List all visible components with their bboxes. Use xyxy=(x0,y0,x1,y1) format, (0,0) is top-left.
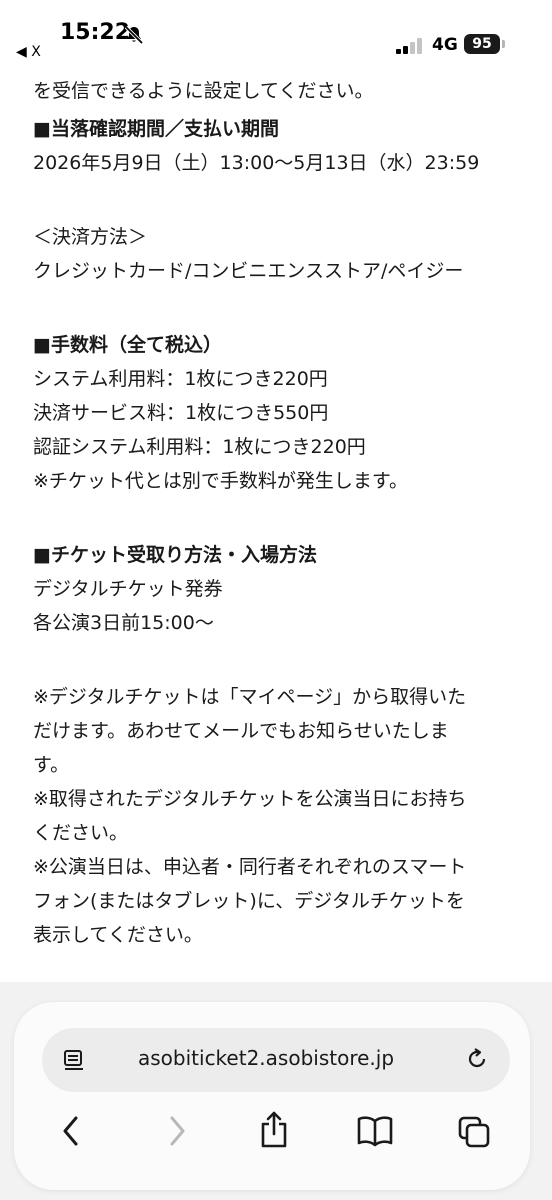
note1-line1: ※デジタルチケットは「マイページ」から取得いた xyxy=(33,686,467,708)
battery-level: 95 xyxy=(464,34,500,54)
url-text[interactable]: asobiticket2.asobistore.jp xyxy=(138,1046,394,1070)
fee-auth: 認証システム利用料：1枚につき220円 xyxy=(33,436,366,458)
note1-line2: だけます。あわせてメールでもお知らせいたしま xyxy=(33,720,449,742)
heading-fees: ■手数料（全て税込） xyxy=(33,334,222,356)
note3-line2: フォン(またはタブレット)に、デジタルチケットを xyxy=(33,890,465,912)
heading-period: ■当落確認期間／支払い期間 xyxy=(33,118,279,140)
battery-tip xyxy=(502,40,505,48)
payment-label: ＜決済方法＞ xyxy=(33,226,148,248)
note2-line2: ください。 xyxy=(33,822,129,844)
page-content: を受信できるように設定してください。 ■当落確認期間／支払い期間 2026年5月… xyxy=(33,60,523,952)
note1-line3: す。 xyxy=(33,754,70,776)
note2-line1: ※取得されたデジタルチケットを公演当日にお持ち xyxy=(33,788,467,810)
page-menu-icon[interactable] xyxy=(62,1048,86,1072)
status-bar: 15:22 ◀ X 4G 95 xyxy=(0,0,552,70)
ticket-time: 各公演3日前15:00〜 xyxy=(33,612,214,634)
back-icon[interactable] xyxy=(58,1114,86,1148)
share-icon[interactable] xyxy=(258,1110,290,1150)
reload-icon[interactable] xyxy=(464,1046,490,1072)
payment-methods: クレジットカード/コンビニエンスストア/ペイジー xyxy=(33,260,464,282)
bell-muted-icon xyxy=(124,25,144,45)
forward-icon xyxy=(170,1116,185,1146)
bookmarks-icon[interactable] xyxy=(356,1114,394,1148)
network-type: 4G xyxy=(432,35,458,55)
tabs-icon[interactable] xyxy=(456,1114,492,1150)
fee-system: システム利用料：1枚につき220円 xyxy=(33,368,328,390)
fee-payment: 決済サービス料：1枚につき550円 xyxy=(33,402,329,424)
note3-line3: 表示してください。 xyxy=(33,924,203,946)
note3-line1: ※公演当日は、申込者・同行者それぞれのスマート xyxy=(33,856,467,878)
status-time: 15:22 xyxy=(60,20,131,45)
ticket-type: デジタルチケット発券 xyxy=(33,578,223,600)
fee-note: ※チケット代とは別で手数料が発生します。 xyxy=(33,470,409,492)
signal-icon xyxy=(396,38,422,54)
heading-ticket: ■チケット受取り方法・入場方法 xyxy=(33,544,317,566)
back-to-app-link[interactable]: ◀ X xyxy=(16,44,41,60)
period-text: 2026年5月9日（土）13:00〜5月13日（水）23:59 xyxy=(33,152,480,174)
